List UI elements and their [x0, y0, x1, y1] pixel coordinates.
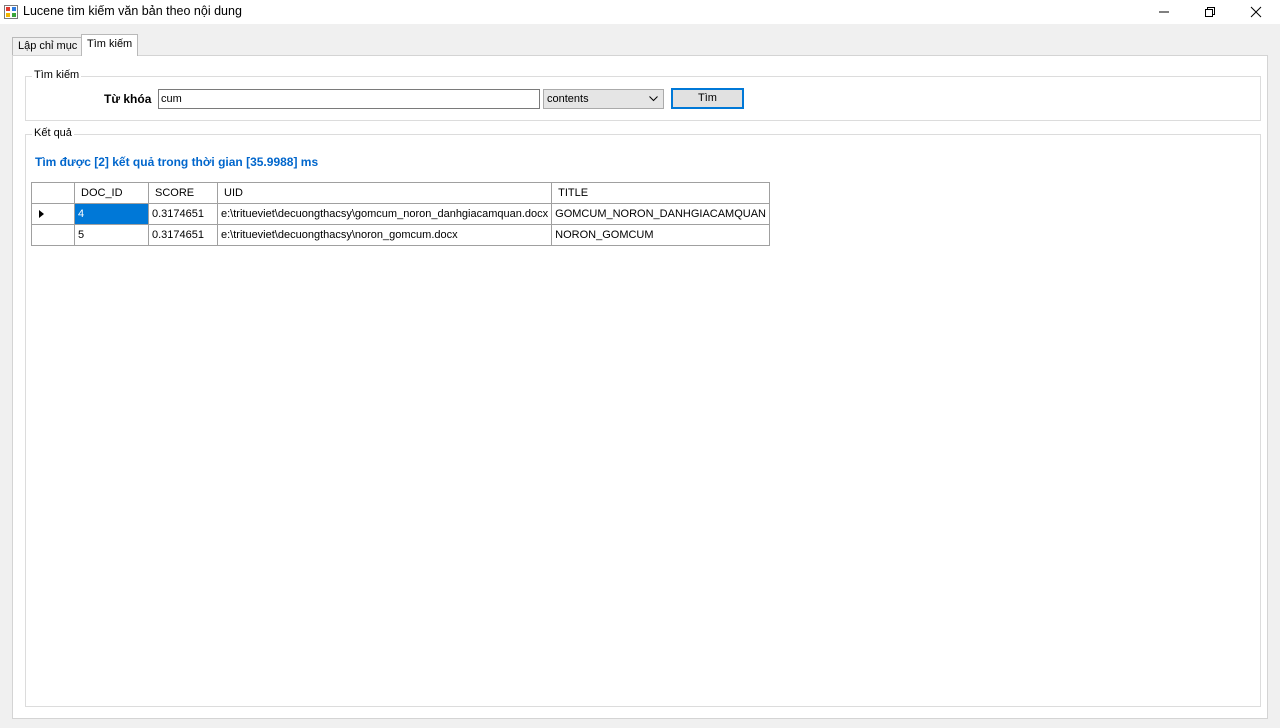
restore-button[interactable]	[1187, 0, 1233, 24]
keyword-label: Từ khóa	[104, 92, 152, 106]
tab-index[interactable]: Lập chỉ mục	[12, 37, 84, 55]
cell-doc-id[interactable]: 4	[74, 203, 149, 225]
cell-doc-id[interactable]: 5	[74, 224, 149, 246]
column-header-doc-id[interactable]: DOC_ID	[74, 182, 149, 204]
row-header-corner	[31, 182, 75, 204]
title-bar: Lucene tìm kiếm văn bản theo nội dung	[0, 0, 1280, 24]
cell-title[interactable]: NORON_GOMCUM	[551, 224, 771, 246]
result-status-text: Tìm được [2] kết quả trong thời gian [35…	[35, 155, 319, 169]
minimize-button[interactable]	[1141, 0, 1187, 24]
tab-search-label: Tìm kiếm	[87, 38, 133, 50]
cell-uid[interactable]: e:\tritueviet\decuongthacsy\gomcum_noron…	[216, 203, 553, 225]
column-header-score[interactable]: SCORE	[148, 182, 218, 204]
row-header[interactable]	[31, 224, 75, 246]
cell-score[interactable]: 0.3174651	[148, 224, 218, 246]
cell-score[interactable]: 0.3174651	[148, 203, 218, 225]
tab-index-label: Lập chỉ mục	[18, 40, 78, 52]
restore-icon	[1205, 7, 1215, 17]
table-row[interactable]: 4 0.3174651 e:\tritueviet\decuongthacsy\…	[31, 203, 771, 225]
app-icon	[4, 5, 18, 19]
results-groupbox: Kết quả Tìm được [2] kết quả trong thời …	[25, 127, 1261, 707]
close-icon	[1250, 6, 1262, 18]
keyword-input[interactable]: cum	[158, 89, 540, 109]
search-button[interactable]: Tìm	[671, 88, 744, 109]
cell-uid[interactable]: e:\tritueviet\decuongthacsy\noron_gomcum…	[216, 224, 553, 246]
chevron-down-icon	[649, 96, 658, 102]
table-row[interactable]: 5 0.3174651 e:\tritueviet\decuongthacsy\…	[31, 224, 771, 246]
search-groupbox: Tìm kiếm Từ khóa cum contents Tìm	[25, 69, 1261, 121]
minimize-icon	[1159, 11, 1169, 13]
search-group-title: Tìm kiếm	[32, 69, 82, 81]
grid-header-row: DOC_ID SCORE UID TITLE	[31, 182, 771, 204]
results-group-title: Kết quả	[32, 127, 74, 139]
field-select-value: contents	[547, 93, 589, 105]
column-header-title[interactable]: TITLE	[551, 182, 771, 204]
results-grid: DOC_ID SCORE UID TITLE 4 0.3174651 e:\tr…	[31, 182, 771, 246]
row-header-current[interactable]	[31, 203, 75, 225]
close-button[interactable]	[1233, 0, 1279, 24]
window-title: Lucene tìm kiếm văn bản theo nội dung	[23, 4, 242, 18]
field-select[interactable]: contents	[543, 89, 664, 109]
current-row-arrow-icon	[39, 210, 44, 219]
column-header-uid[interactable]: UID	[216, 182, 553, 204]
tab-page-search: Tìm kiếm Từ khóa cum contents Tìm Kết qu…	[12, 55, 1268, 719]
tab-search[interactable]: Tìm kiếm	[81, 34, 139, 56]
cell-title[interactable]: GOMCUM_NORON_DANHGIACAMQUAN	[551, 203, 771, 225]
